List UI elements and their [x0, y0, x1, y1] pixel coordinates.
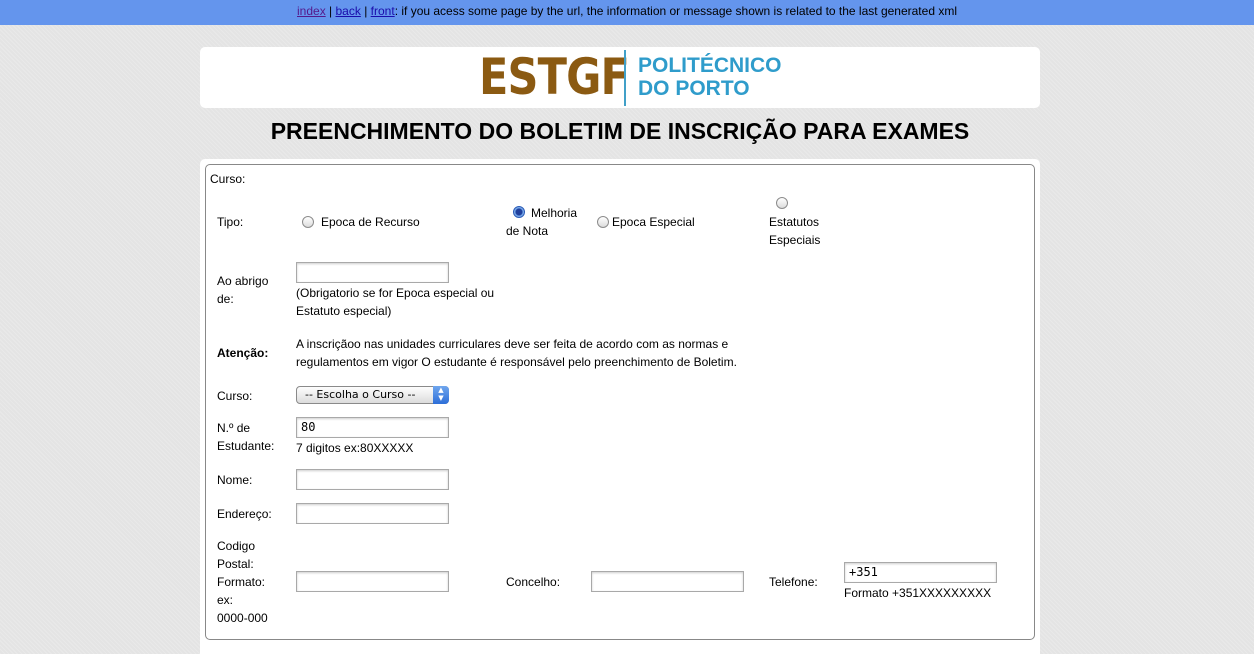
back-link[interactable]: back	[336, 4, 361, 18]
codigo-postal-input[interactable]	[296, 571, 449, 592]
logo-banner: ESTGF POLITÉCNICO DO PORTO	[200, 47, 1040, 108]
curso-select[interactable]: -- Escolha o Curso -- ▲ ▼	[296, 386, 449, 404]
radio-label-estatutos-line2: Especiais	[769, 233, 821, 247]
codigo-label-line2: Postal:	[217, 557, 254, 571]
telefone-input[interactable]: +351	[844, 562, 997, 583]
estudante-hint: 7 digitos ex:80XXXXX	[296, 441, 414, 455]
page-title: PREENCHIMENTO DO BOLETIM DE INSCRIÇÃO PA…	[270, 118, 970, 144]
radio-epoca-especial[interactable]	[597, 216, 609, 228]
nome-label: Nome:	[217, 473, 253, 487]
politecnico-logo-text: POLITÉCNICO DO PORTO	[638, 54, 782, 100]
radio-epoca-recurso[interactable]	[302, 216, 314, 228]
radio-label-epoca-recurso: Epoca de Recurso	[321, 215, 420, 229]
abrigo-input[interactable]	[296, 262, 449, 283]
codigo-label-line4: ex:	[217, 593, 234, 607]
radio-label-estatutos-line1: Estatutos	[769, 215, 820, 229]
codigo-label-line3: Formato:	[217, 575, 266, 589]
endereco-label: Endereço:	[217, 507, 272, 521]
abrigo-label-line2: de:	[217, 292, 234, 306]
abrigo-hint-line2: Estatuto especial)	[296, 304, 392, 318]
radio-label-melhoria-line1: Melhoria	[531, 206, 578, 220]
logo-line-2: DO PORTO	[638, 77, 750, 100]
curso-select-value: -- Escolha o Curso --	[305, 388, 416, 401]
estgf-logo-text: ESTGF	[479, 48, 630, 106]
curso-header: Curso:	[210, 172, 246, 186]
index-link[interactable]: index	[297, 4, 326, 18]
estudante-label-line2: Estudante:	[217, 439, 275, 453]
topbar-message: : if you acess some page by the url, the…	[394, 4, 957, 18]
radio-label-epoca-especial: Epoca Especial	[612, 215, 695, 229]
atencao-text-line1: A inscriçãoo nas unidades curriculares d…	[296, 337, 729, 351]
estudante-input[interactable]: 80	[296, 417, 449, 438]
abrigo-hint-line1: (Obrigatorio se for Epoca especial ou	[296, 286, 495, 300]
atencao-label: Atenção:	[217, 346, 269, 360]
tipo-label: Tipo:	[217, 215, 244, 229]
concelho-label: Concelho:	[506, 575, 561, 589]
separator: |	[329, 4, 333, 18]
logo-divider	[624, 50, 626, 106]
abrigo-label-line1: Ao abrigo	[217, 274, 269, 288]
logo-line-1: POLITÉCNICO	[638, 54, 782, 77]
select-arrows-icon: ▲ ▼	[433, 386, 449, 404]
front-link[interactable]: front	[371, 4, 395, 18]
estudante-label-line1: N.º de	[217, 421, 251, 435]
radio-melhoria-nota[interactable]	[513, 206, 525, 218]
endereco-input[interactable]	[296, 503, 449, 524]
radio-estatutos-especiais[interactable]	[776, 197, 788, 209]
telefone-hint: Formato +351XXXXXXXXX	[844, 586, 992, 600]
concelho-input[interactable]	[591, 571, 744, 592]
nome-input[interactable]	[296, 469, 449, 490]
codigo-label-line5: 0000-000	[217, 611, 268, 625]
atencao-text-line2: regulamentos em vigor O estudante é resp…	[296, 355, 737, 369]
codigo-label-line1: Codigo	[217, 539, 256, 553]
separator: |	[364, 4, 368, 18]
telefone-label: Telefone:	[769, 575, 818, 589]
radio-label-melhoria-line2: de Nota	[506, 224, 549, 238]
top-navigation-bar: index | back | front: if you acess some …	[0, 0, 1254, 25]
curso-label: Curso:	[217, 389, 253, 403]
